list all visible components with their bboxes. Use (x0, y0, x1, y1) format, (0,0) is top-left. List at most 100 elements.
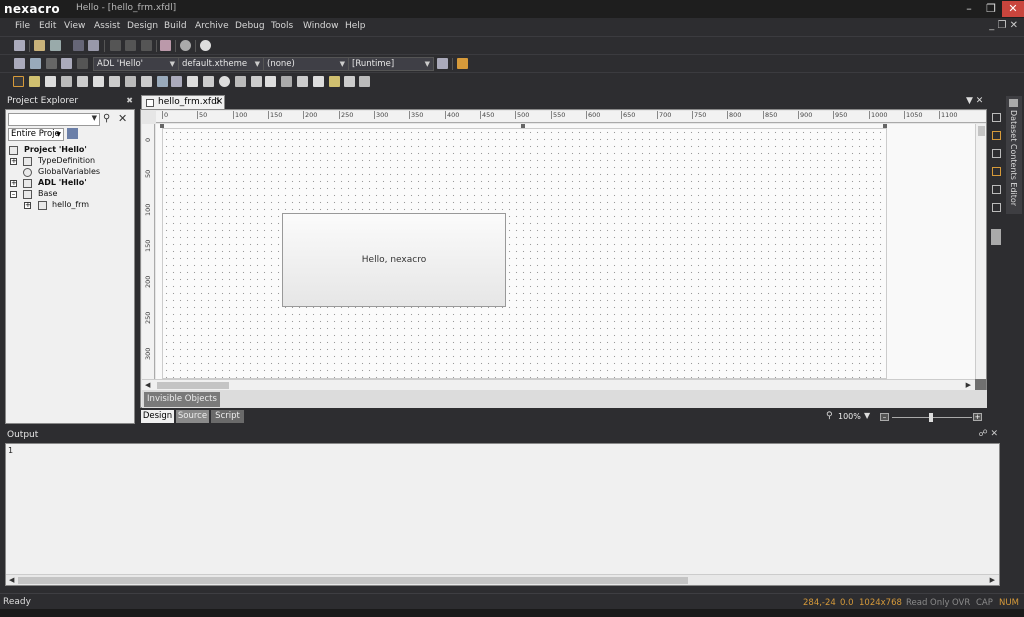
zoom-value[interactable]: 100% (838, 412, 861, 421)
save-all-icon[interactable] (88, 40, 99, 51)
pin-icon[interactable]: ✖ (126, 96, 133, 105)
close-button[interactable]: ✕ (1002, 1, 1024, 17)
plugin-tool-icon[interactable] (329, 76, 340, 87)
search-scope-select[interactable]: Entire Proje ▼ (8, 128, 64, 141)
menu-file[interactable]: File (15, 21, 30, 31)
form-surface[interactable]: Hello, nexacro (162, 128, 887, 379)
scroll-right-icon[interactable]: ▶ (990, 576, 995, 584)
menu-edit[interactable]: Edit (39, 21, 56, 31)
deploy-icon[interactable] (46, 58, 57, 69)
adl-combo[interactable]: ADL 'Hello' ▼ (93, 57, 179, 71)
new-file-icon[interactable] (50, 40, 61, 51)
events-icon[interactable] (992, 167, 1001, 176)
generate-icon[interactable] (14, 58, 25, 69)
screen-combo[interactable]: (none) ▼ (263, 57, 349, 71)
checkbox-tool-icon[interactable] (93, 76, 104, 87)
spin-tool-icon[interactable] (141, 76, 152, 87)
tab-source[interactable]: Source (176, 410, 209, 423)
scroll-left-icon[interactable]: ◀ (145, 381, 150, 389)
save-icon[interactable] (73, 40, 84, 51)
layout-icon[interactable] (992, 149, 1001, 158)
scrollbar-thumb[interactable] (978, 126, 985, 136)
progressbar-tool-icon[interactable] (251, 76, 262, 87)
settings-icon[interactable] (992, 203, 1001, 212)
refresh-icon[interactable] (457, 58, 468, 69)
dataset-tool-icon[interactable] (344, 76, 355, 87)
search-icon[interactable]: ⚲ (103, 113, 110, 124)
scrollbar-thumb[interactable] (18, 577, 688, 584)
div-tool-icon[interactable] (265, 76, 276, 87)
invisible-objects-tab[interactable]: Invisible Objects (144, 392, 220, 407)
project-search-input[interactable]: ▼ (8, 113, 100, 126)
project-option-icon[interactable] (67, 128, 78, 139)
menu-archive[interactable]: Archive (195, 21, 229, 31)
menu-design[interactable]: Design (127, 21, 158, 31)
tab-design[interactable]: Design (141, 410, 174, 423)
theme-combo[interactable]: default.xtheme ▼ (178, 57, 264, 71)
textarea-tool-icon[interactable] (109, 76, 120, 87)
print-icon[interactable] (160, 40, 171, 51)
mdi-window-controls[interactable]: _ ❐ ✕ (989, 20, 1018, 31)
grid-tool-icon[interactable] (157, 76, 168, 87)
quick-view-icon[interactable] (437, 58, 448, 69)
horizontal-scrollbar[interactable]: ◀ ▶ (142, 379, 975, 390)
collapse-icon[interactable]: – (10, 191, 17, 198)
menu-tool-icon[interactable] (235, 76, 246, 87)
hello-button-component[interactable]: Hello, nexacro (282, 213, 506, 307)
help-icon[interactable] (200, 40, 211, 51)
close-icon[interactable]: ✕ (118, 112, 127, 125)
combo-tool-icon[interactable] (125, 76, 136, 87)
menu-window[interactable]: Window (303, 21, 339, 31)
close-icon[interactable]: × (215, 96, 223, 107)
expand-icon[interactable]: + (24, 202, 31, 209)
menu-build[interactable]: Build (164, 21, 187, 31)
static-tool-icon[interactable] (45, 76, 56, 87)
scrollbar-thumb[interactable] (157, 382, 229, 389)
dataset-contents-editor-tab[interactable]: Dataset Contents Editor (1006, 96, 1022, 214)
listbox-tool-icon[interactable] (171, 76, 182, 87)
resize-handle[interactable] (883, 124, 887, 128)
resize-handle[interactable] (160, 124, 164, 128)
image-tool-icon[interactable] (203, 76, 214, 87)
launch-icon[interactable] (61, 58, 72, 69)
paste-icon[interactable] (141, 40, 152, 51)
new-project-icon[interactable] (14, 40, 25, 51)
zoom-slider-thumb[interactable] (929, 413, 933, 422)
button-tool-icon[interactable] (29, 76, 40, 87)
output-horizontal-scrollbar[interactable]: ◀ ▶ (6, 574, 999, 585)
objects-icon[interactable] (992, 131, 1001, 140)
resize-handle[interactable] (521, 124, 525, 128)
menu-assist[interactable]: Assist (94, 21, 120, 31)
calendar-tool-icon[interactable] (187, 76, 198, 87)
properties-icon[interactable] (992, 113, 1001, 122)
stop-icon[interactable] (77, 58, 88, 69)
radio-tool-icon[interactable] (219, 76, 230, 87)
webbrowser-tool-icon[interactable] (313, 76, 324, 87)
tab-script[interactable]: Script (211, 410, 244, 423)
cut-icon[interactable] (110, 40, 121, 51)
expand-icon[interactable]: + (10, 180, 17, 187)
edit-tool-icon[interactable] (61, 76, 72, 87)
copy-icon[interactable] (125, 40, 136, 51)
chevron-down-icon[interactable]: ▼ (864, 411, 870, 420)
expand-icon[interactable]: + (10, 158, 17, 165)
scroll-left-icon[interactable]: ◀ (9, 576, 14, 584)
menu-tools[interactable]: Tools (271, 21, 293, 31)
strip-scroll-thumb[interactable] (991, 229, 1001, 245)
tab-tool-icon[interactable] (281, 76, 292, 87)
document-area-controls[interactable]: ▼ ✕ (966, 96, 983, 106)
tab-hello-frm[interactable]: hello_frm.xfdl × (141, 95, 225, 109)
minimize-button[interactable]: – (958, 1, 980, 17)
output-panel[interactable]: 1 ◀ ▶ (5, 443, 1000, 586)
menu-view[interactable]: View (64, 21, 85, 31)
zoom-in-button[interactable]: + (973, 413, 982, 421)
maskedit-tool-icon[interactable] (77, 76, 88, 87)
menu-help[interactable]: Help (345, 21, 366, 31)
vertical-scrollbar[interactable] (975, 124, 986, 379)
scroll-right-icon[interactable]: ▶ (966, 381, 971, 389)
select-tool-icon[interactable] (13, 76, 24, 87)
gear-icon[interactable] (180, 40, 191, 51)
menu-debug[interactable]: Debug (235, 21, 265, 31)
restore-button[interactable]: ❐ (980, 1, 1002, 17)
lock-icon[interactable] (992, 185, 1001, 194)
